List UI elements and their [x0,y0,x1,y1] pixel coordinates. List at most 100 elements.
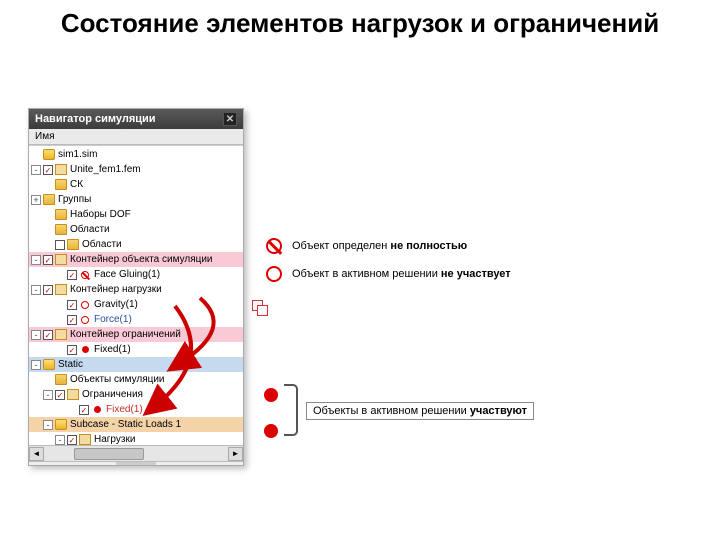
page-title: Состояние элементов нагрузок и ограничен… [20,8,700,39]
collapse-icon[interactable]: - [31,360,41,370]
legend: Объект определен не полностью Объект в а… [264,236,511,292]
checkbox[interactable]: ✓ [67,315,77,325]
legend-incomplete-bold: не полностью [390,240,467,252]
collapse-icon[interactable]: - [55,435,65,445]
collapse-icon[interactable]: - [43,420,53,430]
participate-label: Объекты в активном решении участвуют [306,402,534,420]
close-icon[interactable]: ✕ [223,112,237,126]
tree-row[interactable]: ✓ Force(1) [29,312,243,327]
checkbox[interactable]: ✓ [67,435,77,445]
tree-row[interactable]: Объекты симуляции [29,372,243,387]
tree-item-label: Fixed(1) [94,344,131,355]
container-icon [67,389,79,400]
tree-row[interactable]: -✓ Нагрузки [29,432,243,445]
tree-row[interactable]: -✓ Unite_fem1.fem [29,162,243,177]
folder-icon [67,239,79,250]
checkbox[interactable]: ✓ [43,165,53,175]
checkbox[interactable]: ✓ [43,285,53,295]
expand-icon[interactable]: + [31,195,41,205]
tree-row[interactable]: - Subcase - Static Loads 1 [29,417,243,432]
prohibit-icon [264,236,284,256]
scrollbar-horizontal[interactable]: ◄ ► [29,445,243,461]
tree-row[interactable]: Области [29,237,243,252]
folder-icon [55,179,67,190]
tree-row[interactable]: -✓ Контейнер нагрузки [29,282,243,297]
tree-item-label: Static [58,359,83,370]
tree-item-label: Контейнер нагрузки [70,284,162,295]
tree-row[interactable]: ✓ Fixed(1) [29,402,243,417]
container-icon [55,254,67,265]
scroll-track[interactable] [44,448,228,460]
participate-dots [258,388,278,460]
tree-item-label: Области [70,224,110,235]
collapse-icon[interactable]: - [31,330,41,340]
legend-row-inactive: Объект в активном решении не участвует [264,264,511,284]
collapse-icon[interactable]: - [43,390,53,400]
tree-row[interactable]: sim1.sim [29,147,243,162]
tree-row[interactable]: Наборы DOF [29,207,243,222]
tree-item-label: Нагрузки [94,434,135,445]
sim-icon [55,419,67,430]
tree-row[interactable]: -✓ Контейнер ограничений [29,327,243,342]
participate-text: Объекты в активном решении [313,405,470,417]
red-dot-icon [79,344,91,355]
tree-item-label: Объекты симуляции [70,374,165,385]
tree-row[interactable]: + Группы [29,192,243,207]
tree-row[interactable]: - Static [29,357,243,372]
ring-icon [79,299,91,310]
tree-item-label: Unite_fem1.fem [70,164,141,175]
scroll-thumb[interactable] [74,448,144,460]
tree-item-label: Контейнер ограничений [70,329,181,340]
collapse-icon[interactable]: - [31,165,41,175]
container-icon [79,434,91,445]
checkbox[interactable]: ✓ [67,345,77,355]
tree-row[interactable]: СК [29,177,243,192]
tree-item-label: Контейнер объекта симуляции [70,254,213,265]
panel-titlebar[interactable]: Навигатор симуляции ✕ [29,109,243,129]
tree-item-label: sim1.sim [58,149,97,160]
tree-row[interactable]: ✓ Gravity(1) [29,297,243,312]
tree-row[interactable]: -✓Ограничения [29,387,243,402]
ring-icon [264,264,284,284]
bracket-icon [284,384,298,436]
participate-bold: участвуют [470,405,527,417]
tree-item-label: Группы [58,194,91,205]
container-icon [55,164,67,175]
tree-item-label: Fixed(1) [106,404,143,415]
column-header-name: Имя [29,129,243,145]
navigator-panel: Навигатор симуляции ✕ Имя sim1.sim-✓Unit… [28,108,244,466]
collapse-icon[interactable]: - [31,255,41,265]
collapse-icon[interactable]: - [31,285,41,295]
tree-item-label: Области [82,239,122,250]
tree-item-label: Gravity(1) [94,299,138,310]
red-dot-icon [264,388,278,402]
scroll-left-icon[interactable]: ◄ [29,447,44,461]
tree-row[interactable]: -✓ Контейнер объекта симуляции [29,252,243,267]
tree-item-label: Subcase - Static Loads 1 [70,419,181,430]
checkbox[interactable]: ✓ [43,255,53,265]
checkbox[interactable]: ✓ [43,330,53,340]
checkbox[interactable]: ✓ [67,270,77,280]
folder-icon [55,209,67,220]
prohibit-icon [79,269,91,280]
container-icon [55,329,67,340]
checkbox[interactable]: ✓ [55,390,65,400]
tree-row[interactable]: Области [29,222,243,237]
checkbox[interactable]: ✓ [67,300,77,310]
tree-item-label: Force(1) [94,314,132,325]
folder-icon [55,224,67,235]
tree-row[interactable]: ✓ Fixed(1) [29,342,243,357]
panel-title: Навигатор симуляции [35,113,156,125]
legend-incomplete-text: Объект определен [292,240,390,252]
tree-item-label: Наборы DOF [70,209,131,220]
tree-row[interactable]: ✓ Face Gluing(1) [29,267,243,282]
sim-icon [43,359,55,370]
checkbox[interactable]: ✓ [79,405,89,415]
legend-row-incomplete: Объект определен не полностью [264,236,511,256]
folder-icon [55,374,67,385]
tree-item-label: Face Gluing(1) [94,269,160,280]
checkbox[interactable] [55,240,65,250]
resize-grip[interactable] [29,461,243,465]
scroll-right-icon[interactable]: ► [228,447,243,461]
tree-view[interactable]: sim1.sim-✓Unite_fem1.femСК+ГруппыНаборы … [29,145,243,445]
